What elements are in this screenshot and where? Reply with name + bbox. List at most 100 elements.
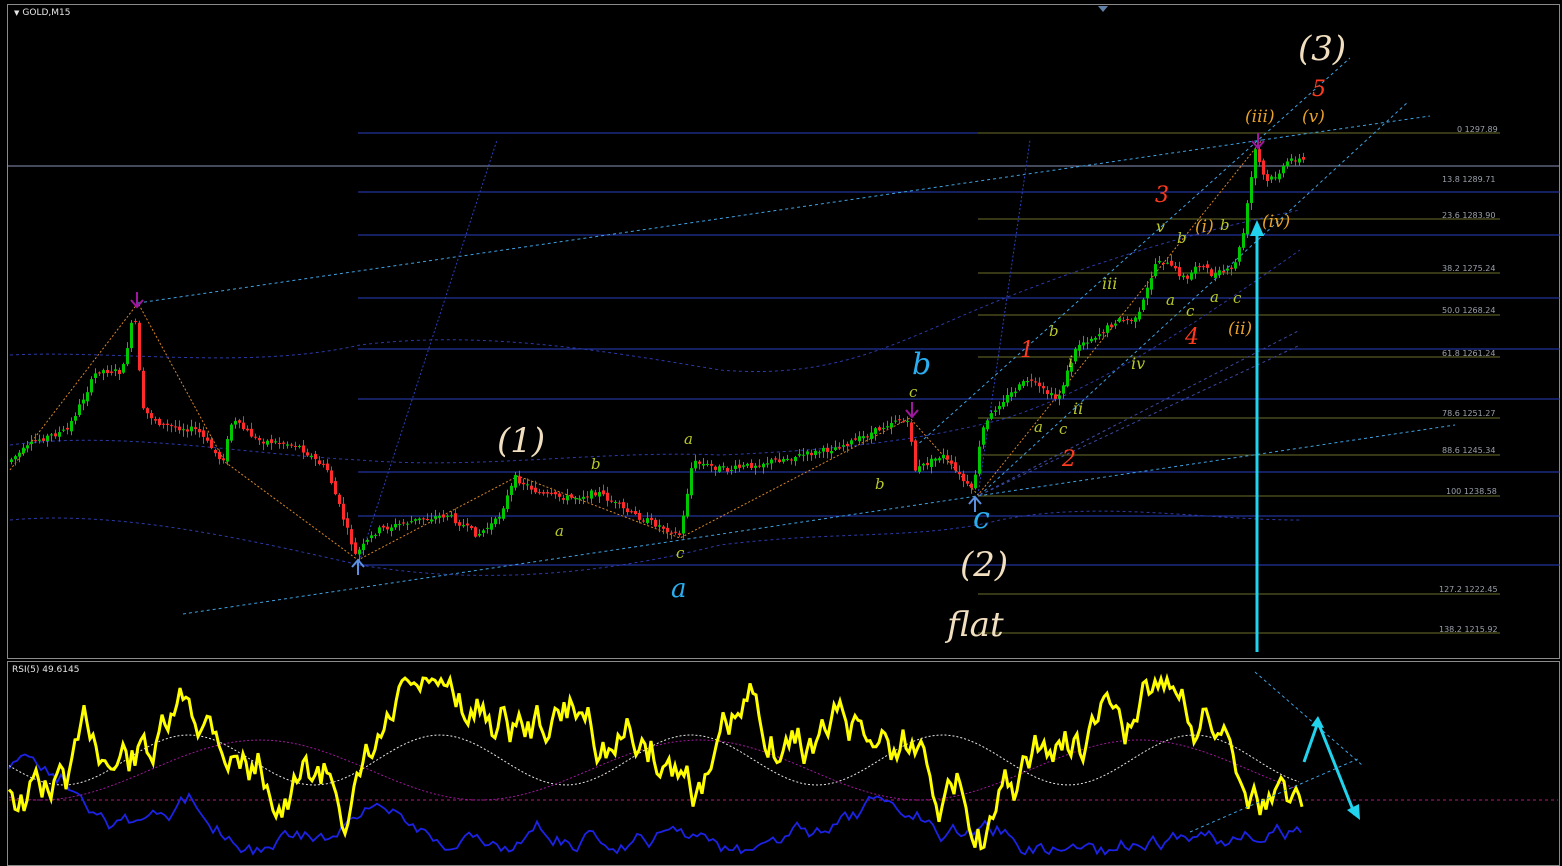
candle-body (110, 371, 113, 373)
candle-body (558, 493, 561, 497)
candle-body (370, 535, 373, 539)
candle-body (598, 492, 601, 497)
candle-body (1126, 319, 1129, 321)
candle-body (210, 439, 213, 449)
candle-body (590, 490, 593, 499)
candle-body (18, 452, 21, 457)
candle-body (458, 522, 461, 526)
candle-body (138, 322, 141, 371)
candle-body (1166, 262, 1169, 264)
candle-body (890, 423, 893, 428)
candle-body (82, 399, 85, 404)
candle-body (242, 422, 245, 430)
candle-body (878, 427, 881, 431)
candle-body (618, 502, 621, 504)
candle-body (770, 459, 773, 464)
candle-body (894, 420, 897, 422)
candle-body (318, 460, 321, 465)
candle-body (306, 452, 309, 456)
candle-body (862, 436, 865, 439)
candle-body (362, 543, 365, 551)
candle-body (1074, 348, 1077, 362)
candle-body (334, 481, 337, 495)
candle-body (546, 492, 549, 494)
candle-body (1274, 177, 1277, 179)
candle-body (1042, 386, 1045, 389)
candle-body (478, 533, 481, 536)
wave-label-small: c (1233, 289, 1242, 307)
candle-body (554, 491, 557, 495)
chart-shift-marker-icon[interactable] (1098, 6, 1108, 12)
candle-body (1090, 338, 1093, 342)
candle-body (670, 532, 673, 534)
candle-body (1134, 317, 1137, 322)
candle-body (374, 534, 377, 536)
candle-body (666, 527, 669, 532)
candle-body (634, 511, 637, 515)
candle-body (506, 495, 509, 510)
candle-body (1262, 160, 1265, 175)
candle-body (926, 462, 929, 466)
fib-label: 100 1238.58 (1446, 487, 1497, 496)
wave-label-n5: 5 (1312, 77, 1326, 102)
candle-body (118, 370, 121, 374)
candle-body (466, 523, 469, 526)
candle-body (30, 441, 33, 444)
candle-body (38, 439, 41, 441)
candle-body (338, 494, 341, 505)
candle-body (934, 458, 937, 461)
wave-label-3: (3) (1298, 29, 1346, 69)
candle-body (714, 466, 717, 470)
candle-body (58, 432, 61, 437)
candle-body (1014, 391, 1017, 394)
candle-body (942, 454, 945, 459)
candle-body (1218, 270, 1221, 275)
wave-label-small: b (1049, 322, 1059, 340)
wave-label-small: a (684, 430, 693, 448)
wave-label-n3: 3 (1155, 183, 1169, 208)
candle-body (438, 515, 441, 518)
candle-body (1098, 334, 1101, 337)
candle-body (102, 370, 105, 374)
candle-body (1214, 273, 1217, 278)
candle-body (690, 468, 693, 496)
candle-body (514, 475, 517, 488)
candle-body (390, 527, 393, 531)
candle-body (114, 369, 117, 371)
candle-body (746, 463, 749, 466)
candle-body (1238, 247, 1241, 262)
candle-body (626, 508, 629, 513)
candle-body (826, 447, 829, 452)
candle-body (1186, 275, 1189, 279)
candle-body (850, 440, 853, 445)
candle-body (366, 539, 369, 542)
candle-body (162, 423, 165, 425)
candle-body (418, 518, 421, 521)
candle-body (90, 379, 93, 393)
candle-body (386, 526, 389, 530)
candle-body (846, 443, 849, 447)
candle-body (1282, 165, 1285, 174)
chart-window: ▼ GOLD,M15 RSI(5) 49.6145 0 1297.89 13.8… (0, 0, 1562, 866)
purple-down-arrow-icon (1251, 133, 1265, 150)
candle-body (414, 519, 417, 521)
candle-body (982, 427, 985, 445)
candle-body (990, 413, 993, 419)
candle-body (122, 364, 125, 373)
candle-body (174, 426, 177, 428)
candle-body (74, 416, 77, 421)
candle-body (314, 453, 317, 460)
candle-body (1038, 382, 1041, 387)
candle-body (698, 461, 701, 464)
candle-body (538, 492, 541, 494)
cyan-zigzag-arrow-icon (1302, 716, 1360, 820)
fib-label: 138.2 1215.92 (1439, 625, 1498, 634)
candle-body (566, 495, 569, 501)
candle-body (254, 436, 257, 438)
candle-body (802, 454, 805, 456)
candle-body (378, 527, 381, 534)
candle-body (1062, 385, 1065, 394)
candle-body (834, 447, 837, 450)
candle-body (722, 466, 725, 468)
purple-down-arrow-icon (905, 402, 919, 419)
